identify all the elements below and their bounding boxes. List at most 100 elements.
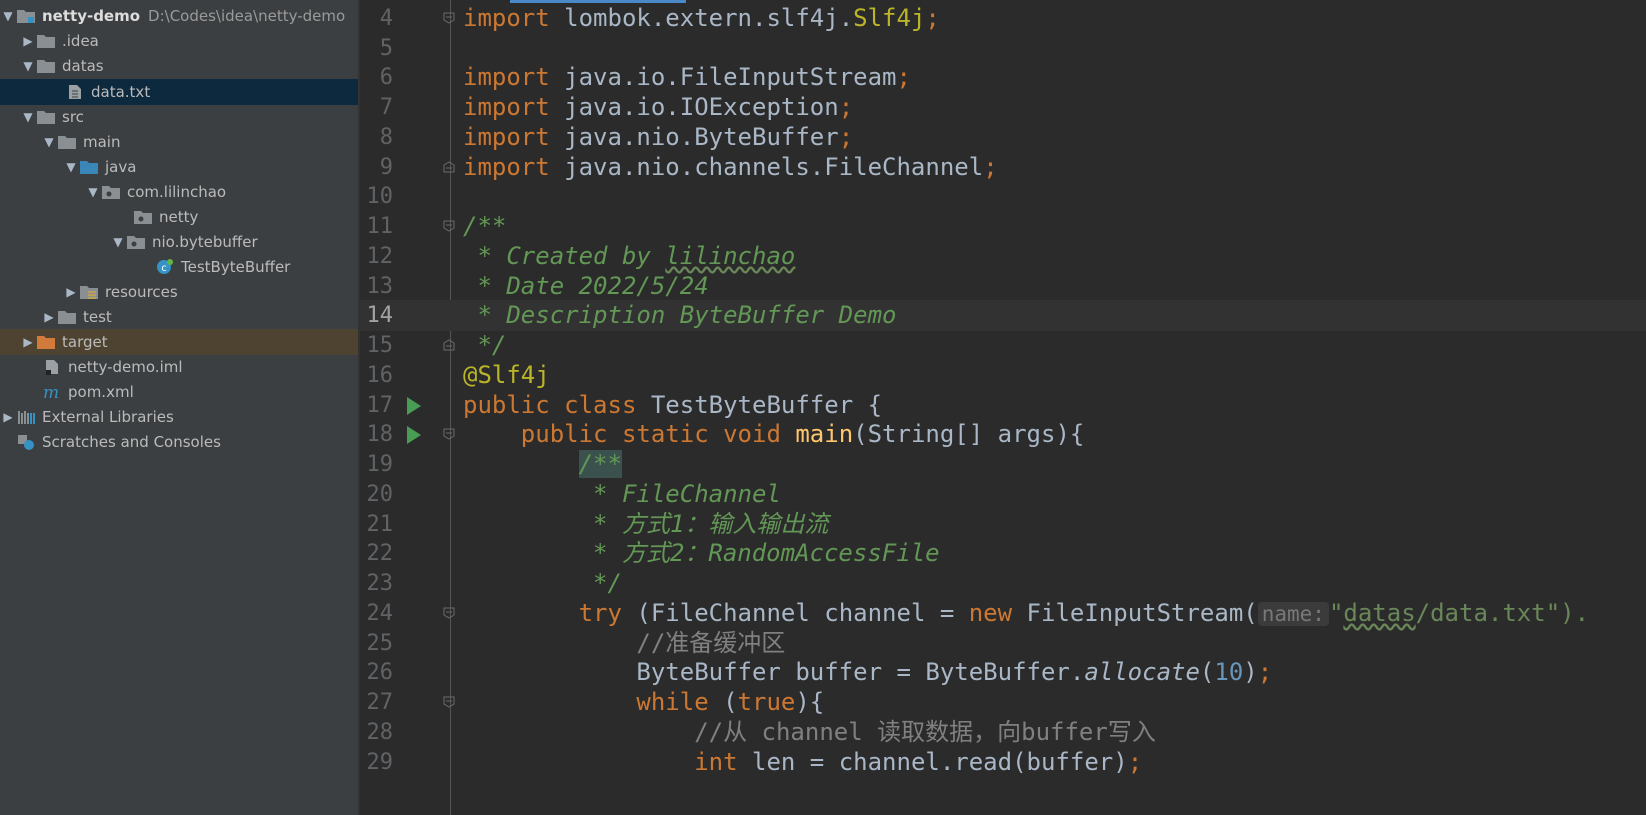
code-text: int len = channel.read(buffer); [694, 748, 1143, 776]
line-number: 20 [366, 482, 394, 507]
chevron-right-icon[interactable]: ▶ [20, 34, 36, 48]
tree-item-pom-xml[interactable]: m pom.xml [0, 379, 358, 405]
tree-item-java[interactable]: ▼ java [0, 154, 358, 180]
run-icon[interactable] [407, 397, 421, 415]
tree-item-label: java [105, 158, 137, 176]
svg-text:m: m [43, 384, 59, 400]
tree-item-test[interactable]: ▶ test [0, 304, 358, 330]
tree-item-label: TestByteBuffer [181, 258, 291, 276]
code-text: //准备缓冲区 [463, 629, 786, 657]
line-number: 12 [366, 244, 394, 269]
tree-item-netty-demo-iml[interactable]: netty-demo.iml [0, 354, 358, 380]
code-text: ByteBuffer buffer = ByteBuffer.allocate(… [463, 658, 1273, 686]
line-number: 23 [366, 571, 394, 596]
code-line: 10 [360, 181, 1646, 212]
code-line: 23 */ [360, 568, 1646, 599]
code-text: * FileChannel [463, 480, 781, 508]
fold-icon[interactable] [443, 161, 455, 173]
parameter-hint: name: [1257, 602, 1329, 626]
fold-icon[interactable] [443, 428, 455, 440]
code-line: 7 import java.io.IOException; [360, 92, 1646, 123]
tree-item-src[interactable]: ▼ src [0, 104, 358, 130]
run-icon[interactable] [407, 426, 421, 444]
fold-icon[interactable] [443, 696, 455, 708]
excluded-folder-icon [37, 336, 55, 349]
package-icon [127, 236, 145, 249]
code-line: 26 ByteBuffer buffer = ByteBuffer.alloca… [360, 657, 1646, 688]
line-number: 16 [366, 363, 394, 388]
chevron-down-icon[interactable]: ▼ [20, 110, 36, 124]
line-number: 19 [366, 452, 394, 477]
fold-icon[interactable] [443, 220, 455, 232]
line-number: 18 [366, 422, 394, 447]
code-line: 28 //从 channel 读取数据，向buffer写入 [360, 717, 1646, 748]
line-number: 8 [379, 125, 393, 150]
line-number: 6 [379, 65, 393, 90]
code-text: * Date 2022/5/24 [463, 272, 709, 300]
code-line: 19 /** [360, 449, 1646, 480]
chevron-down-icon[interactable]: ▼ [0, 9, 16, 23]
tree-item-scratches[interactable]: Scratches and Consoles [0, 429, 358, 455]
chevron-down-icon[interactable]: ▼ [41, 135, 57, 149]
tree-item-testbytebuffer[interactable]: c TestByteBuffer [0, 254, 358, 280]
tree-item-label: src [62, 108, 84, 126]
tree-item-com-lilinchao[interactable]: ▼ com.lilinchao [0, 179, 358, 205]
tree-item-resources[interactable]: ▶ resources [0, 279, 358, 305]
code-text: * Created by lilinchao [463, 242, 796, 270]
line-number: 5 [379, 36, 393, 61]
code-text: import java.io.IOException; [463, 93, 854, 121]
tree-item-nio-bytebuffer[interactable]: ▼ nio.bytebuffer [0, 229, 358, 255]
line-number: 9 [379, 155, 393, 180]
project-tree: ▼ netty-demo D:\Codes\idea\netty-demo ▶ … [0, 0, 358, 815]
line-number: 29 [366, 750, 394, 775]
code-line: 22 * 方式2：RandomAccessFile [360, 538, 1646, 569]
tree-item-datas[interactable]: ▼ datas [0, 53, 358, 79]
tree-item-target[interactable]: ▶ target [0, 329, 358, 355]
code-line: 4 import lombok.extern.slf4j.Slf4j; [360, 3, 1646, 34]
line-number: 24 [366, 601, 394, 626]
code-text: public class TestByteBuffer { [463, 391, 883, 419]
tree-item-netty-demo[interactable]: ▼ netty-demo D:\Codes\idea\netty-demo [0, 3, 358, 29]
code-text: import java.io.FileInputStream; [463, 63, 911, 91]
code-text: try (FileChannel channel = new FileInput… [578, 599, 1590, 627]
chevron-right-icon[interactable]: ▶ [20, 335, 36, 349]
chevron-down-icon[interactable]: ▼ [110, 235, 126, 249]
source-folder-icon [80, 161, 98, 174]
folder-icon [37, 60, 55, 73]
fold-icon[interactable] [443, 339, 455, 351]
code-editor[interactable]: 4 import lombok.extern.slf4j.Slf4j; 5 6 … [360, 0, 1646, 815]
code-line: 8 import java.nio.ByteBuffer; [360, 122, 1646, 153]
tree-item-main[interactable]: ▼ main [0, 129, 358, 155]
code-line: 21 * 方式1：输入输出流 [360, 509, 1646, 540]
tree-item-label: resources [105, 283, 178, 301]
fold-icon[interactable] [443, 607, 455, 619]
chevron-down-icon[interactable]: ▼ [63, 160, 79, 174]
tree-item-external-libraries[interactable]: ▶ External Libraries [0, 404, 358, 430]
chevron-right-icon[interactable]: ▶ [0, 410, 16, 424]
tree-item-data-txt[interactable]: data.txt [0, 79, 358, 105]
line-number: 14 [366, 303, 394, 328]
chevron-right-icon[interactable]: ▶ [41, 310, 57, 324]
chevron-right-icon[interactable]: ▶ [63, 285, 79, 299]
tree-item-label: test [83, 308, 112, 326]
code-text: * 方式2：RandomAccessFile [463, 539, 940, 567]
line-number: 13 [366, 274, 394, 299]
tree-item-netty[interactable]: netty [0, 204, 358, 230]
fold-icon[interactable] [443, 12, 455, 24]
text-file-icon [69, 85, 81, 99]
code-line: 18 public static void main(String[] args… [360, 419, 1646, 450]
line-number: 21 [366, 512, 394, 537]
code-text: while (true){ [636, 688, 825, 716]
maven-icon: m [43, 384, 59, 400]
chevron-down-icon[interactable]: ▼ [20, 59, 36, 73]
code-text: * 方式1：输入输出流 [463, 510, 829, 538]
tree-item-label: netty-demo.iml [68, 358, 183, 376]
folder-icon [58, 136, 76, 149]
tree-item-idea[interactable]: ▶ .idea [0, 28, 358, 54]
tree-item-label: nio.bytebuffer [152, 233, 258, 251]
code-text: * Description ByteBuffer Demo [463, 301, 897, 329]
line-number: 10 [366, 184, 394, 209]
line-number: 7 [379, 95, 393, 120]
module-file-icon [46, 360, 58, 375]
chevron-down-icon[interactable]: ▼ [85, 185, 101, 199]
